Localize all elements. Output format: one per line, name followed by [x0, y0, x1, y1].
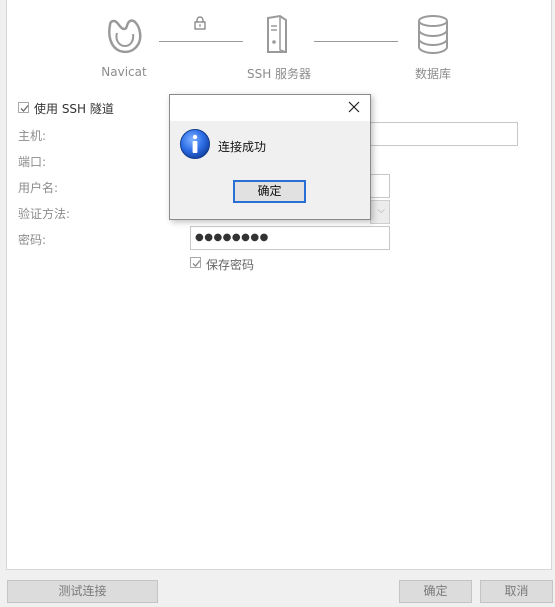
save-password-label[interactable]: 保存密码 [206, 256, 254, 273]
lock-icon [192, 15, 208, 34]
connection-success-dialog: 连接成功 确定 [169, 94, 371, 220]
connector-line [159, 41, 243, 42]
database-icon [416, 14, 450, 59]
auth-method-select[interactable]: ⌵ [370, 200, 390, 224]
ok-button[interactable]: 确定 [399, 580, 472, 603]
dialog-message: 连接成功 [218, 140, 267, 154]
username-input[interactable] [370, 174, 390, 198]
connector-line [314, 41, 398, 42]
ssh-settings-panel [6, 0, 552, 570]
close-icon[interactable] [346, 99, 362, 115]
host-input[interactable] [370, 122, 518, 146]
info-icon [179, 128, 211, 160]
username-label: 用户名: [18, 181, 59, 195]
dialog-titlebar [170, 95, 370, 121]
ssh-server-label: SSH 服务器 [246, 67, 312, 81]
host-label: 主机: [18, 129, 47, 143]
auth-method-label: 验证方法: [18, 207, 71, 221]
save-password-checkbox[interactable] [190, 257, 201, 268]
cancel-button[interactable]: 取消 [480, 580, 553, 603]
dialog-ok-button[interactable]: 确定 [233, 180, 306, 203]
check-icon [20, 105, 29, 112]
password-label: 密码: [18, 233, 47, 247]
navicat-logo-icon [102, 13, 144, 58]
use-ssh-checkbox[interactable] [18, 102, 29, 113]
navicat-label: Navicat [101, 65, 147, 79]
port-label: 端口: [18, 155, 47, 169]
test-connection-button[interactable]: 测试连接 [7, 580, 158, 603]
database-label: 数据库 [414, 67, 451, 81]
server-icon [262, 14, 292, 59]
chevron-down-icon: ⌵ [377, 205, 385, 216]
use-ssh-label[interactable]: 使用 SSH 隧道 [34, 100, 114, 117]
check-icon [192, 260, 201, 267]
password-input[interactable]: ●●●●●●●● [190, 226, 390, 250]
